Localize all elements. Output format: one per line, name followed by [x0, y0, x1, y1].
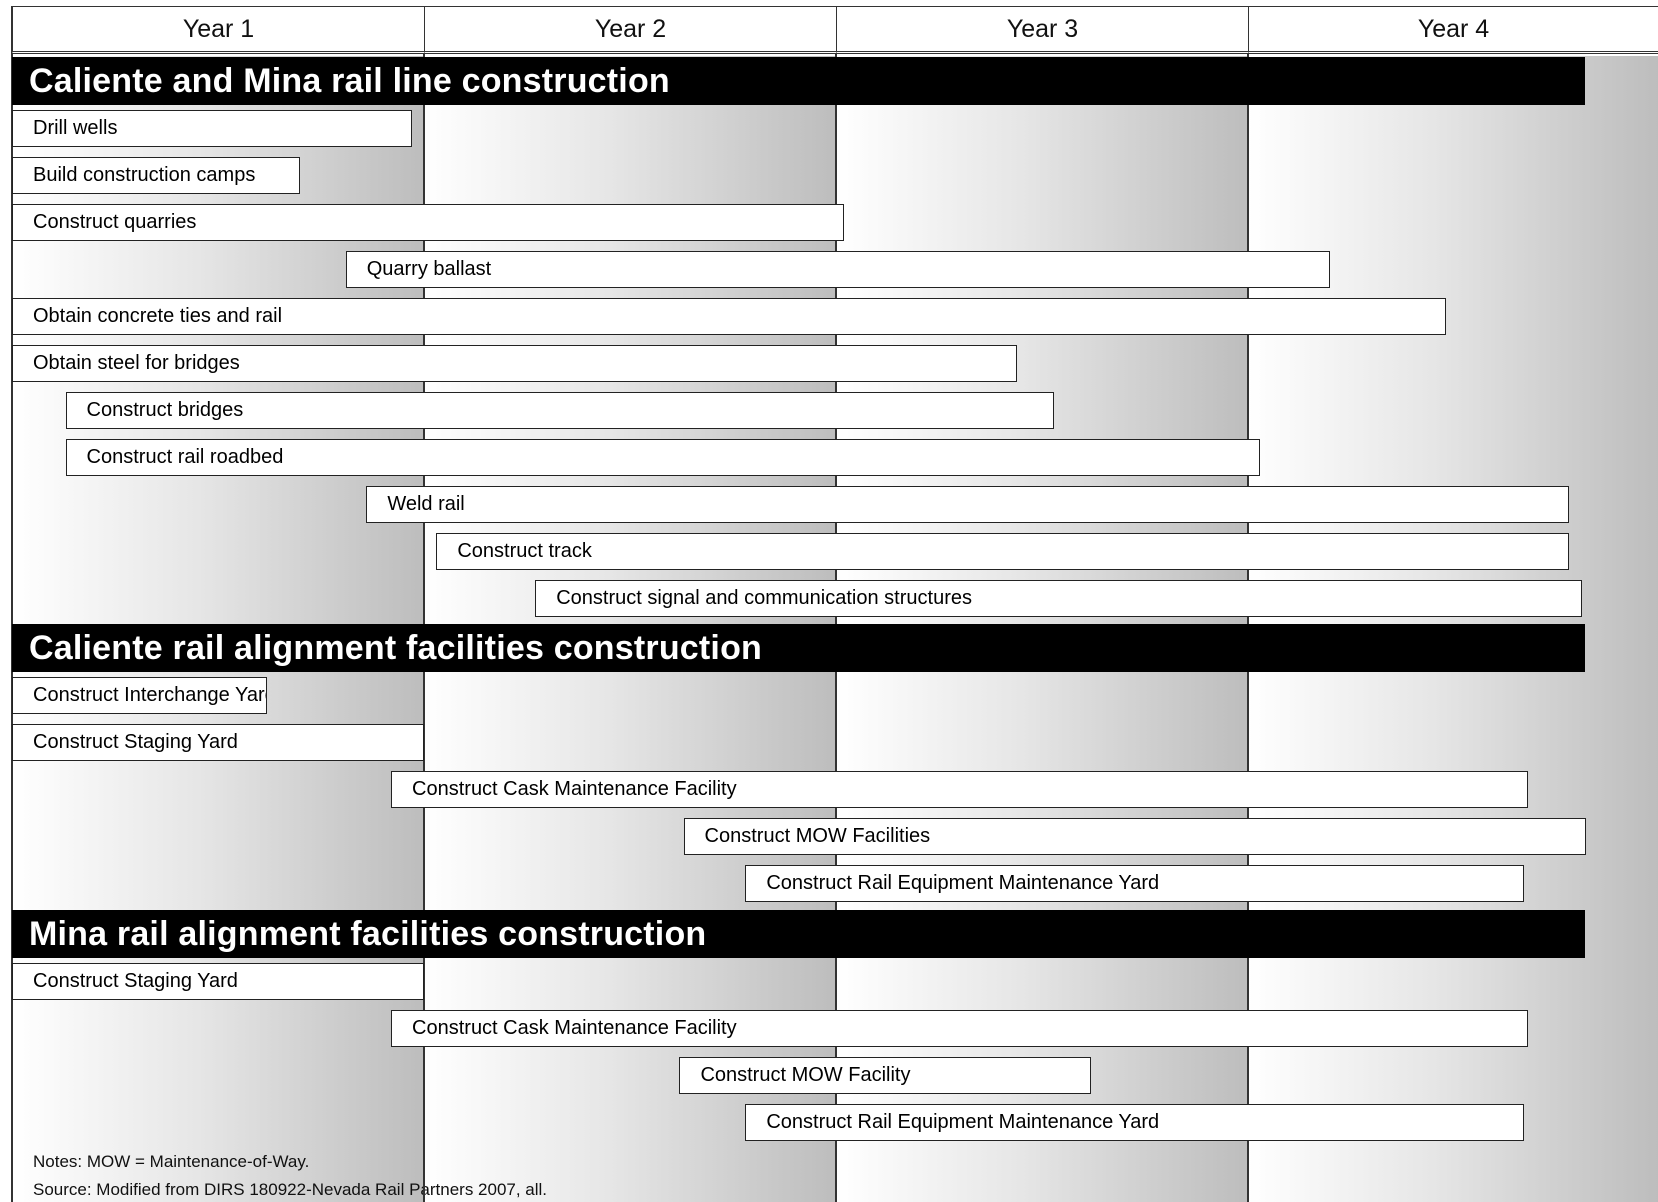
- section-header: Caliente rail alignment facilities const…: [12, 624, 1585, 672]
- source-text: Source: Modified from DIRS 180922-Nevada…: [33, 1180, 548, 1199]
- task-bar: Build construction camps: [12, 157, 301, 194]
- year-header: Year 4: [1248, 6, 1658, 54]
- year-header: Year 3: [836, 6, 1248, 54]
- task-bar: Obtain concrete ties and rail: [12, 298, 1446, 335]
- task-bar: Construct Staging Yard: [12, 724, 424, 761]
- task-bar: Construct Cask Maintenance Facility: [391, 1010, 1529, 1047]
- section-header: Mina rail alignment facilities construct…: [12, 910, 1585, 958]
- gantt-chart: Notes: MOW = Maintenance-of-Way. Source:…: [0, 0, 1658, 1202]
- task-bar: Construct Rail Equipment Maintenance Yar…: [745, 1104, 1525, 1141]
- task-bar: Construct Staging Yard: [12, 963, 424, 1000]
- notes-text: Notes: MOW = Maintenance-of-Way.: [33, 1152, 310, 1171]
- task-bar: Construct track: [436, 533, 1570, 570]
- task-bar: Construct signal and communication struc…: [535, 580, 1582, 617]
- task-bar: Construct Rail Equipment Maintenance Yar…: [745, 865, 1525, 902]
- task-bar: Weld rail: [366, 486, 1570, 523]
- year-header: Year 1: [12, 6, 424, 54]
- task-bar: Construct bridges: [65, 392, 1055, 429]
- task-bar: Construct MOW Facility: [679, 1057, 1092, 1094]
- task-bar: Construct Interchange Yard: [12, 677, 268, 714]
- section-header: Caliente and Mina rail line construction: [12, 57, 1585, 105]
- task-bar: Construct Cask Maintenance Facility: [391, 771, 1529, 808]
- task-bar: Construct quarries: [12, 204, 845, 241]
- task-bar: Construct rail roadbed: [65, 439, 1261, 476]
- task-bar: Quarry ballast: [345, 251, 1331, 288]
- task-bar: Construct MOW Facilities: [683, 818, 1586, 855]
- year-header: Year 2: [424, 6, 836, 54]
- task-bar: Obtain steel for bridges: [12, 345, 1018, 382]
- task-bar: Drill wells: [12, 110, 412, 147]
